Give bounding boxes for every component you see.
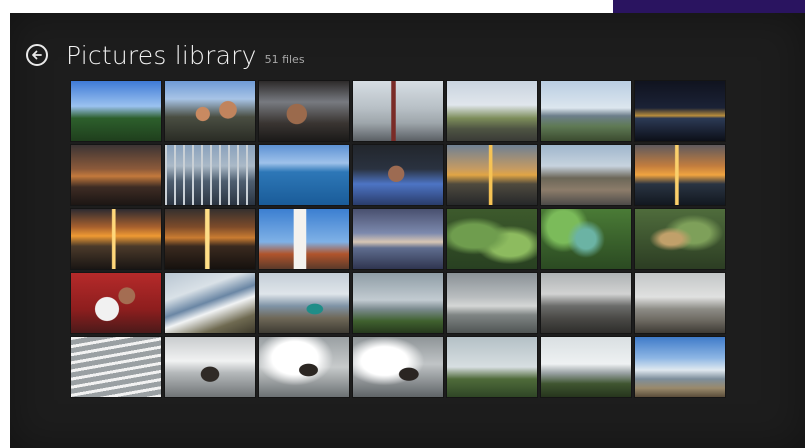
file-count-label: 51 files — [264, 53, 305, 66]
photo-woman-at-coast[interactable] — [259, 273, 349, 333]
photo-coastline-sky[interactable] — [635, 337, 725, 397]
photo-golden-sunset[interactable] — [71, 209, 161, 269]
photo-coastline-beach[interactable] — [165, 273, 255, 333]
photo-sunset-over-water[interactable] — [447, 145, 537, 205]
photo-blue-ocean[interactable] — [259, 145, 349, 205]
pictures-library-window: Pictures library 51 files — [10, 13, 805, 448]
back-arrow-icon — [32, 50, 42, 60]
photo-city-hillside[interactable] — [541, 145, 631, 205]
photo-surf-shore[interactable] — [447, 273, 537, 333]
photo-sun-reflection[interactable] — [165, 209, 255, 269]
photo-pebble-shore[interactable] — [635, 273, 725, 333]
photo-rocks-spray[interactable] — [165, 337, 255, 397]
photo-forest-blue-sky[interactable] — [71, 81, 161, 141]
photo-wave-splash-rocks[interactable] — [353, 337, 443, 397]
photo-city-skyline-bay[interactable] — [541, 81, 631, 141]
back-button[interactable] — [26, 44, 48, 66]
photo-man-sunglasses[interactable] — [353, 145, 443, 205]
page-title: Pictures library — [66, 40, 257, 70]
photo-marina-boats[interactable] — [165, 145, 255, 205]
photo-orange-sunset-sea[interactable] — [635, 145, 725, 205]
photo-grid — [71, 81, 725, 397]
top-right-accent-bar — [613, 0, 805, 13]
photo-man-in-car[interactable] — [259, 81, 349, 141]
page-header: Pictures library 51 files — [26, 35, 305, 75]
photo-man-at-fountain[interactable] — [353, 81, 443, 141]
photo-tropical-foliage[interactable] — [635, 209, 725, 269]
photo-rocky-beach[interactable] — [541, 273, 631, 333]
photo-city-skyline-dusk[interactable] — [353, 209, 443, 269]
photo-highway-sky[interactable] — [447, 81, 537, 141]
photo-waves-surf[interactable] — [71, 337, 161, 397]
photo-succulent-plant[interactable] — [541, 209, 631, 269]
photo-green-cliffs[interactable] — [353, 273, 443, 333]
photo-couple-selfie[interactable] — [165, 81, 255, 141]
photo-city-lights-night[interactable] — [635, 81, 725, 141]
photo-fern-leaves[interactable] — [447, 209, 537, 269]
photo-hill-overcast[interactable] — [541, 337, 631, 397]
photo-woman-with-panda[interactable] — [71, 273, 161, 333]
photo-dusk-shoreline[interactable] — [71, 145, 161, 205]
photo-crashing-wave[interactable] — [259, 337, 349, 397]
photo-lighthouse[interactable] — [259, 209, 349, 269]
photo-green-hills-fog[interactable] — [447, 337, 537, 397]
